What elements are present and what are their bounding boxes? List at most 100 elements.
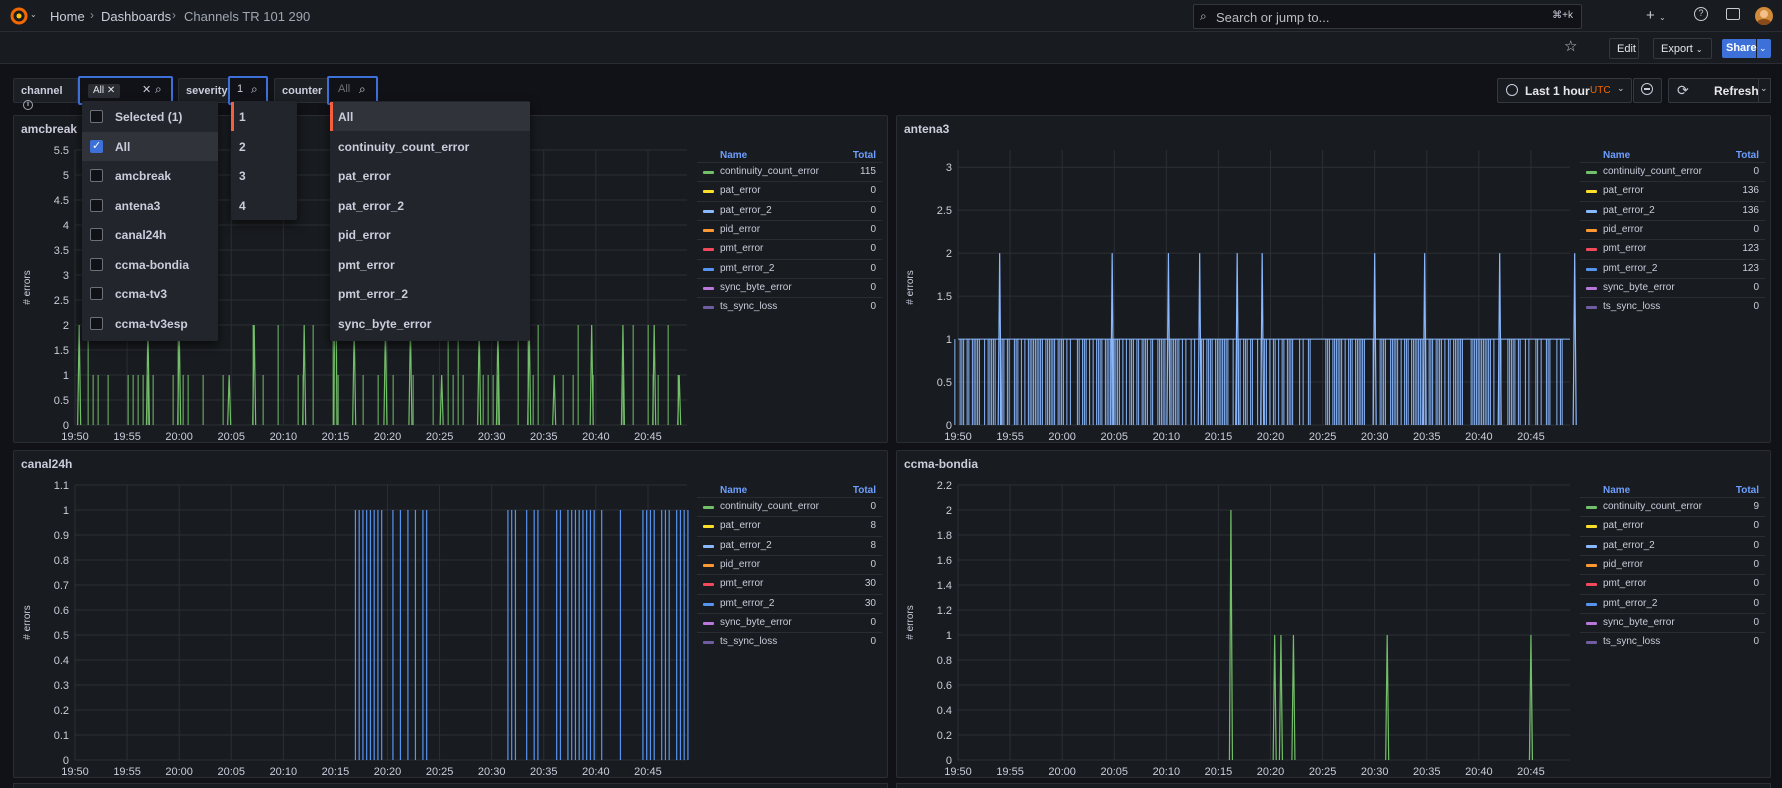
legend-row[interactable]: pid_error 0 <box>697 219 882 239</box>
counter-option[interactable]: pat_error_2 <box>330 191 530 220</box>
legend-row[interactable]: continuity_count_error 0 <box>697 497 882 516</box>
legend-row[interactable]: pid_error 0 <box>1580 554 1765 574</box>
checkbox-icon[interactable] <box>90 228 103 241</box>
counter-option[interactable]: pmt_error <box>330 250 530 279</box>
time-range-picker[interactable]: Last 1 hour UTC ⌄ <box>1497 78 1632 103</box>
legend-row[interactable]: ts_sync_loss 0 <box>1580 297 1765 316</box>
counter-option[interactable]: pid_error <box>330 220 530 249</box>
search-input[interactable]: ⌕ Search or jump to... ⌘+k <box>1193 4 1582 29</box>
legend-row[interactable]: pat_error_2 0 <box>1580 535 1765 555</box>
legend-row[interactable]: pat_error 0 <box>697 181 882 200</box>
legend-series-name: sync_byte_error <box>1603 616 1675 628</box>
channel-option[interactable]: ccma-tv3 <box>82 279 218 308</box>
legend-row[interactable]: ts_sync_loss 0 <box>697 632 882 651</box>
legend-header-name[interactable]: Name <box>720 150 747 161</box>
plus-icon[interactable]: + ⌄ <box>1646 7 1666 24</box>
y-tick-label: 1 <box>63 370 69 382</box>
channel-option[interactable]: amcbreak <box>82 161 218 190</box>
legend-row[interactable]: pid_error 0 <box>697 554 882 574</box>
refresh-interval-dropdown[interactable]: ⌄ <box>1759 78 1771 103</box>
legend-row[interactable]: sync_byte_error 0 <box>1580 612 1765 632</box>
legend-row[interactable]: pat_error_2 136 <box>1580 200 1765 220</box>
legend-row[interactable]: continuity_count_error 0 <box>1580 162 1765 181</box>
legend-row[interactable]: sync_byte_error 0 <box>697 612 882 632</box>
legend-series-name: sync_byte_error <box>720 281 792 293</box>
channel-option[interactable]: antena3 <box>82 191 218 220</box>
channel-option[interactable]: Selected (1) <box>82 102 218 131</box>
legend-row[interactable]: pmt_error 0 <box>1580 574 1765 593</box>
legend-header-total[interactable]: Total <box>853 150 876 161</box>
severity-option[interactable]: 4 <box>231 191 297 220</box>
legend-series-total: 30 <box>864 597 876 609</box>
legend-row[interactable]: pmt_error 30 <box>697 574 882 593</box>
legend-row[interactable]: pid_error 0 <box>1580 219 1765 239</box>
channel-option[interactable]: All <box>82 131 218 161</box>
legend-row[interactable]: pat_error_2 0 <box>697 200 882 220</box>
legend-row[interactable]: pat_error 136 <box>1580 181 1765 200</box>
chevron-down-icon[interactable]: ⌄ <box>30 10 37 19</box>
remove-icon[interactable]: ✕ <box>107 85 115 96</box>
checkbox-checked-icon[interactable] <box>90 139 103 153</box>
checkbox-icon[interactable] <box>90 198 103 212</box>
checkbox-icon[interactable] <box>90 287 103 300</box>
star-icon[interactable]: ☆ <box>1564 37 1577 55</box>
help-icon[interactable]: ? <box>1694 7 1708 21</box>
legend-row[interactable]: pat_error 8 <box>697 516 882 535</box>
legend-row[interactable]: pat_error_2 8 <box>697 535 882 555</box>
clock-icon <box>1506 84 1518 96</box>
zoom-out-button[interactable] <box>1633 78 1662 103</box>
legend-row[interactable]: ts_sync_loss 0 <box>697 297 882 316</box>
legend-row[interactable]: pmt_error_2 0 <box>697 258 882 278</box>
x-tick-label: 20:15 <box>322 431 350 442</box>
legend-row[interactable]: sync_byte_error 0 <box>697 277 882 297</box>
severity-option[interactable]: 1 <box>231 102 297 131</box>
legend-header-name[interactable]: Name <box>720 485 747 496</box>
counter-option[interactable]: pmt_error_2 <box>330 279 530 308</box>
chart-ccma-bondia[interactable]: 00.20.40.60.811.21.41.61.822.219:50 19:55… <box>897 477 1577 777</box>
export-button[interactable]: Export ⌄ <box>1653 38 1712 59</box>
edit-button[interactable]: Edit <box>1609 38 1639 59</box>
checkbox-icon[interactable] <box>90 257 103 271</box>
legend-row[interactable]: sync_byte_error 0 <box>1580 277 1765 297</box>
counter-option[interactable]: sync_byte_error <box>330 309 530 338</box>
legend-header-total[interactable]: Total <box>1736 485 1759 496</box>
severity-option[interactable]: 2 <box>231 132 297 161</box>
severity-option-label: 1 <box>239 110 246 124</box>
legend-row[interactable]: pmt_error 0 <box>697 239 882 258</box>
clear-icon[interactable]: ✕ <box>142 83 151 96</box>
breadcrumb-dashboards[interactable]: Dashboards <box>101 9 171 24</box>
legend-header-total[interactable]: Total <box>853 485 876 496</box>
counter-option[interactable]: continuity_count_error <box>330 132 530 161</box>
legend-row[interactable]: continuity_count_error 115 <box>697 162 882 181</box>
grafana-logo-icon[interactable] <box>10 7 28 25</box>
checkbox-icon[interactable] <box>90 110 103 123</box>
legend-row[interactable]: pmt_error_2 0 <box>1580 593 1765 613</box>
legend-row[interactable]: pmt_error_2 123 <box>1580 258 1765 278</box>
selected-chip[interactable]: All ✕ <box>88 84 121 98</box>
channel-option[interactable]: ccma-tv3esp <box>82 309 218 338</box>
legend-header-name[interactable]: Name <box>1603 485 1630 496</box>
severity-option[interactable]: 3 <box>231 161 297 190</box>
checkbox-icon[interactable] <box>90 169 103 182</box>
legend-row[interactable]: continuity_count_error 9 <box>1580 497 1765 516</box>
legend-row[interactable]: pat_error 0 <box>1580 516 1765 535</box>
share-dropdown-button[interactable]: ⌄ <box>1757 39 1771 58</box>
breadcrumb-home[interactable]: Home <box>50 9 85 24</box>
counter-option[interactable]: pat_error <box>330 161 530 190</box>
legend-row[interactable]: pmt_error 123 <box>1580 239 1765 258</box>
news-icon[interactable] <box>1726 8 1740 20</box>
legend-header-name[interactable]: Name <box>1603 150 1630 161</box>
avatar[interactable] <box>1755 7 1773 25</box>
checkbox-icon[interactable] <box>90 316 103 330</box>
chart-canal24h[interactable]: 00.10.20.30.40.50.60.70.80.911.119:50 19:… <box>14 477 694 777</box>
channel-option[interactable]: ccma-bondia <box>82 250 218 279</box>
legend-row[interactable]: pmt_error_2 30 <box>697 593 882 613</box>
refresh-button[interactable]: ⟳ Refresh <box>1668 78 1759 103</box>
share-button[interactable]: Share <box>1722 39 1757 58</box>
legend-header-total[interactable]: Total <box>1736 150 1759 161</box>
channel-option[interactable]: canal24h <box>82 220 218 249</box>
timezone-label: UTC <box>1590 85 1611 96</box>
chart-antena3[interactable]: 00.511.522.5319:50 19:55 20:00 20:05 20:10 20… <box>897 142 1577 442</box>
legend-row[interactable]: ts_sync_loss 0 <box>1580 632 1765 651</box>
counter-option[interactable]: All <box>330 102 530 131</box>
